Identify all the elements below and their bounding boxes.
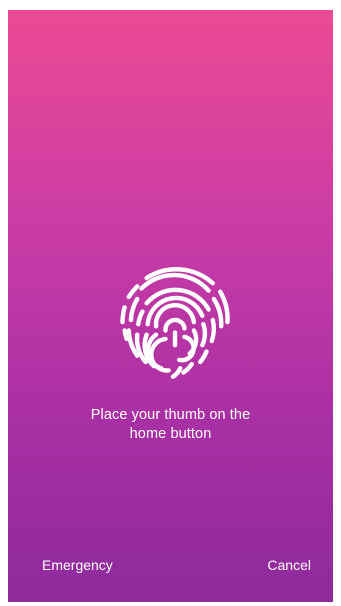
emergency-button[interactable]: Emergency <box>42 556 113 574</box>
fingerprint-icon <box>112 257 238 383</box>
touch-id-screen: Place your thumb on the home button Emer… <box>8 10 333 602</box>
instruction-line-1: Place your thumb on the <box>90 407 251 423</box>
instruction-line-2: home button <box>129 426 212 442</box>
instruction-text: Place your thumb on the home button <box>8 406 333 444</box>
cancel-button[interactable]: Cancel <box>267 556 311 574</box>
